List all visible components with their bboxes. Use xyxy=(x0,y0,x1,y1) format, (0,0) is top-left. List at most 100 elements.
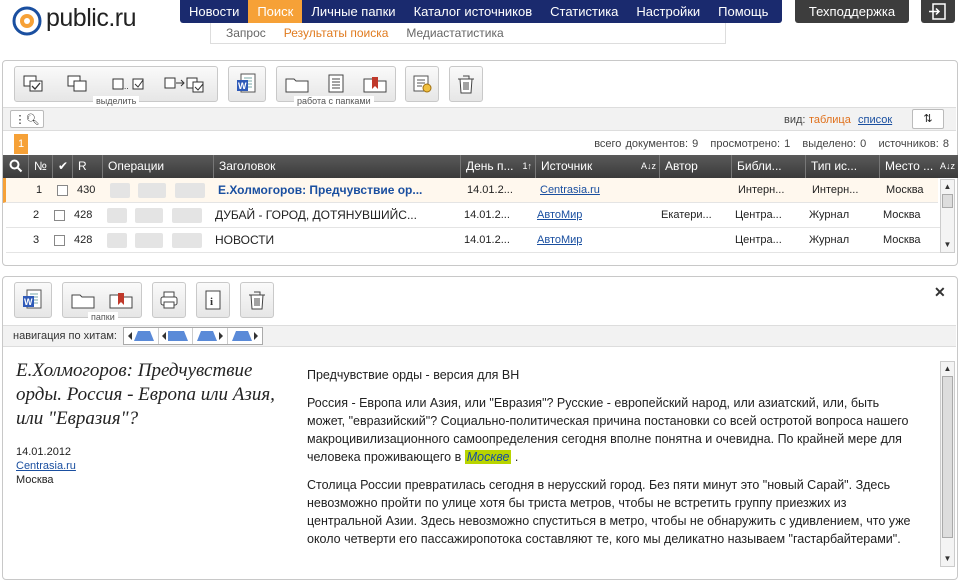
reply-icon[interactable] xyxy=(138,183,166,198)
doc-delete-group xyxy=(240,282,274,318)
sort-icon: ⇅ xyxy=(923,113,933,125)
total-label: всего документов: xyxy=(594,138,689,150)
open-doc-icon[interactable] xyxy=(172,233,202,248)
scroll-down-icon[interactable]: ▼ xyxy=(942,239,953,250)
table-row[interactable]: 2 428 ДУБАЙ - ГОРОД, ДОТЯНУВШИЙС... 14.0… xyxy=(6,203,941,228)
row-title[interactable]: НОВОСТИ xyxy=(215,228,455,253)
subnav-media-statistics[interactable]: Медиастатистика xyxy=(397,23,512,43)
table-row[interactable]: 1 430 Е.Холмогоров: Предчувствие ор... 1… xyxy=(3,178,938,203)
total-value: 9 xyxy=(692,138,699,150)
nav-statistics[interactable]: Статистика xyxy=(541,0,627,23)
select-range-icon xyxy=(164,77,204,93)
sub-nav: Запрос Результаты поиска Медиастатистика xyxy=(210,23,726,44)
row-source-link[interactable]: АвтоМир xyxy=(537,228,582,253)
logout-icon xyxy=(929,3,946,20)
row-source-link[interactable]: Centrasia.ru xyxy=(540,178,600,203)
document-scrollbar[interactable]: ▲ ▼ xyxy=(940,361,955,567)
subnav-search-results[interactable]: Результаты поиска xyxy=(275,23,398,43)
header-num[interactable]: № xyxy=(28,155,52,178)
header-r[interactable]: R xyxy=(72,155,102,178)
quick-search-button[interactable]: ⋮🔍︎ xyxy=(10,110,44,128)
doc-folders-label: папки xyxy=(88,312,118,322)
sort-button[interactable]: ⇅ xyxy=(912,109,944,129)
notes-button[interactable] xyxy=(408,73,436,95)
header-search-icon[interactable] xyxy=(3,155,28,178)
bookmark-folder-button[interactable] xyxy=(361,73,389,95)
doc-bookmark-folder-button[interactable] xyxy=(107,289,135,311)
word-doc-icon: W xyxy=(237,73,256,93)
select-all-button[interactable] xyxy=(21,73,49,95)
folder-icon xyxy=(71,294,95,309)
header-date[interactable]: День п... 1↑ xyxy=(460,155,535,178)
sort-alpha-icon: A↓z xyxy=(939,161,955,171)
row-title[interactable]: ДУБАЙ - ГОРОД, ДОТЯНУВШИЙС... xyxy=(215,203,455,228)
row-checkbox[interactable] xyxy=(54,235,65,246)
nav-personal-folders[interactable]: Личные папки xyxy=(302,0,404,23)
scroll-up-icon[interactable]: ▲ xyxy=(942,181,953,192)
nav-news[interactable]: Новости xyxy=(180,0,248,23)
export-word-button[interactable]: W xyxy=(233,73,261,95)
header-author[interactable]: Автор xyxy=(659,155,731,178)
doc-add-to-folder-button[interactable] xyxy=(69,289,97,311)
table-row[interactable]: 3 428 НОВОСТИ 14.01.2... АвтоМир Центра.… xyxy=(6,228,941,253)
scroll-thumb[interactable] xyxy=(942,376,953,538)
close-icon[interactable]: ✕ xyxy=(934,284,946,301)
nav-source-catalog[interactable]: Каталог источников xyxy=(405,0,542,23)
header-library[interactable]: Библи... xyxy=(731,155,805,178)
brand-logo[interactable]: public.ru xyxy=(6,0,176,40)
scroll-down-icon[interactable]: ▼ xyxy=(942,553,953,564)
support-button[interactable]: Техподдержка xyxy=(795,0,909,23)
header-source-type[interactable]: Тип ис... xyxy=(805,155,879,178)
reply-icon[interactable] xyxy=(135,208,163,223)
row-checkbox[interactable] xyxy=(57,185,68,196)
row-source-link[interactable]: АвтоМир xyxy=(537,203,582,228)
print-button[interactable] xyxy=(155,289,183,311)
logout-button[interactable] xyxy=(921,0,955,23)
last-hit-button[interactable] xyxy=(228,328,262,344)
row-title[interactable]: Е.Холмогоров: Предчувствие ор... xyxy=(218,178,458,203)
document-date: 14.01.2012 xyxy=(16,446,72,458)
nav-search[interactable]: Поиск xyxy=(248,0,303,23)
add-to-folder-button[interactable] xyxy=(283,73,311,95)
prev-hit-icon xyxy=(162,331,189,341)
doc-info-button[interactable]: i xyxy=(199,289,227,311)
search-hit-highlight[interactable]: Москве xyxy=(464,450,512,464)
reply-icon[interactable] xyxy=(135,233,163,248)
row-rating: 430 xyxy=(77,184,96,196)
first-hit-button[interactable] xyxy=(124,328,159,344)
header-place[interactable]: Место ... A↓z xyxy=(879,155,958,178)
info-icon[interactable] xyxy=(107,208,127,223)
main-nav: Новости Поиск Личные папки Каталог источ… xyxy=(180,0,782,23)
doc-info-group: i xyxy=(196,282,230,318)
notes-toolbar-group xyxy=(405,66,439,102)
view-table-link[interactable]: таблица xyxy=(809,114,851,126)
open-doc-icon[interactable] xyxy=(172,208,202,223)
table-scrollbar[interactable]: ▲ ▼ xyxy=(940,179,955,253)
prev-hit-button[interactable] xyxy=(159,328,193,344)
header-source[interactable]: Источник A↓z xyxy=(535,155,659,178)
info-icon[interactable] xyxy=(110,183,130,198)
scroll-up-icon[interactable]: ▲ xyxy=(942,363,953,374)
open-doc-icon[interactable] xyxy=(175,183,205,198)
nav-settings[interactable]: Настройки xyxy=(627,0,709,23)
invert-selection-button[interactable]: .. xyxy=(111,73,149,95)
scroll-thumb[interactable] xyxy=(942,194,953,208)
view-list-link[interactable]: список xyxy=(858,114,892,126)
info-icon[interactable] xyxy=(107,233,127,248)
delete-button[interactable] xyxy=(452,73,480,95)
doc-export-word-button[interactable]: W xyxy=(19,289,47,311)
header-title[interactable]: Заголовок xyxy=(213,155,460,178)
next-hit-button[interactable] xyxy=(193,328,228,344)
subnav-query[interactable]: Запрос xyxy=(217,23,275,43)
select-page-button[interactable] xyxy=(65,73,93,95)
row-checkbox[interactable] xyxy=(54,210,65,221)
header-operations: Операции xyxy=(102,155,213,178)
document-source-link[interactable]: Centrasia.ru xyxy=(16,460,76,472)
doc-delete-button[interactable] xyxy=(243,289,271,311)
nav-help[interactable]: Помощь xyxy=(709,0,777,23)
folder-list-button[interactable] xyxy=(323,73,351,95)
svg-text:W: W xyxy=(238,81,247,91)
select-range-button[interactable] xyxy=(163,73,211,95)
header-check[interactable]: ✔ xyxy=(52,155,72,178)
row-library: Центра... xyxy=(735,234,782,246)
